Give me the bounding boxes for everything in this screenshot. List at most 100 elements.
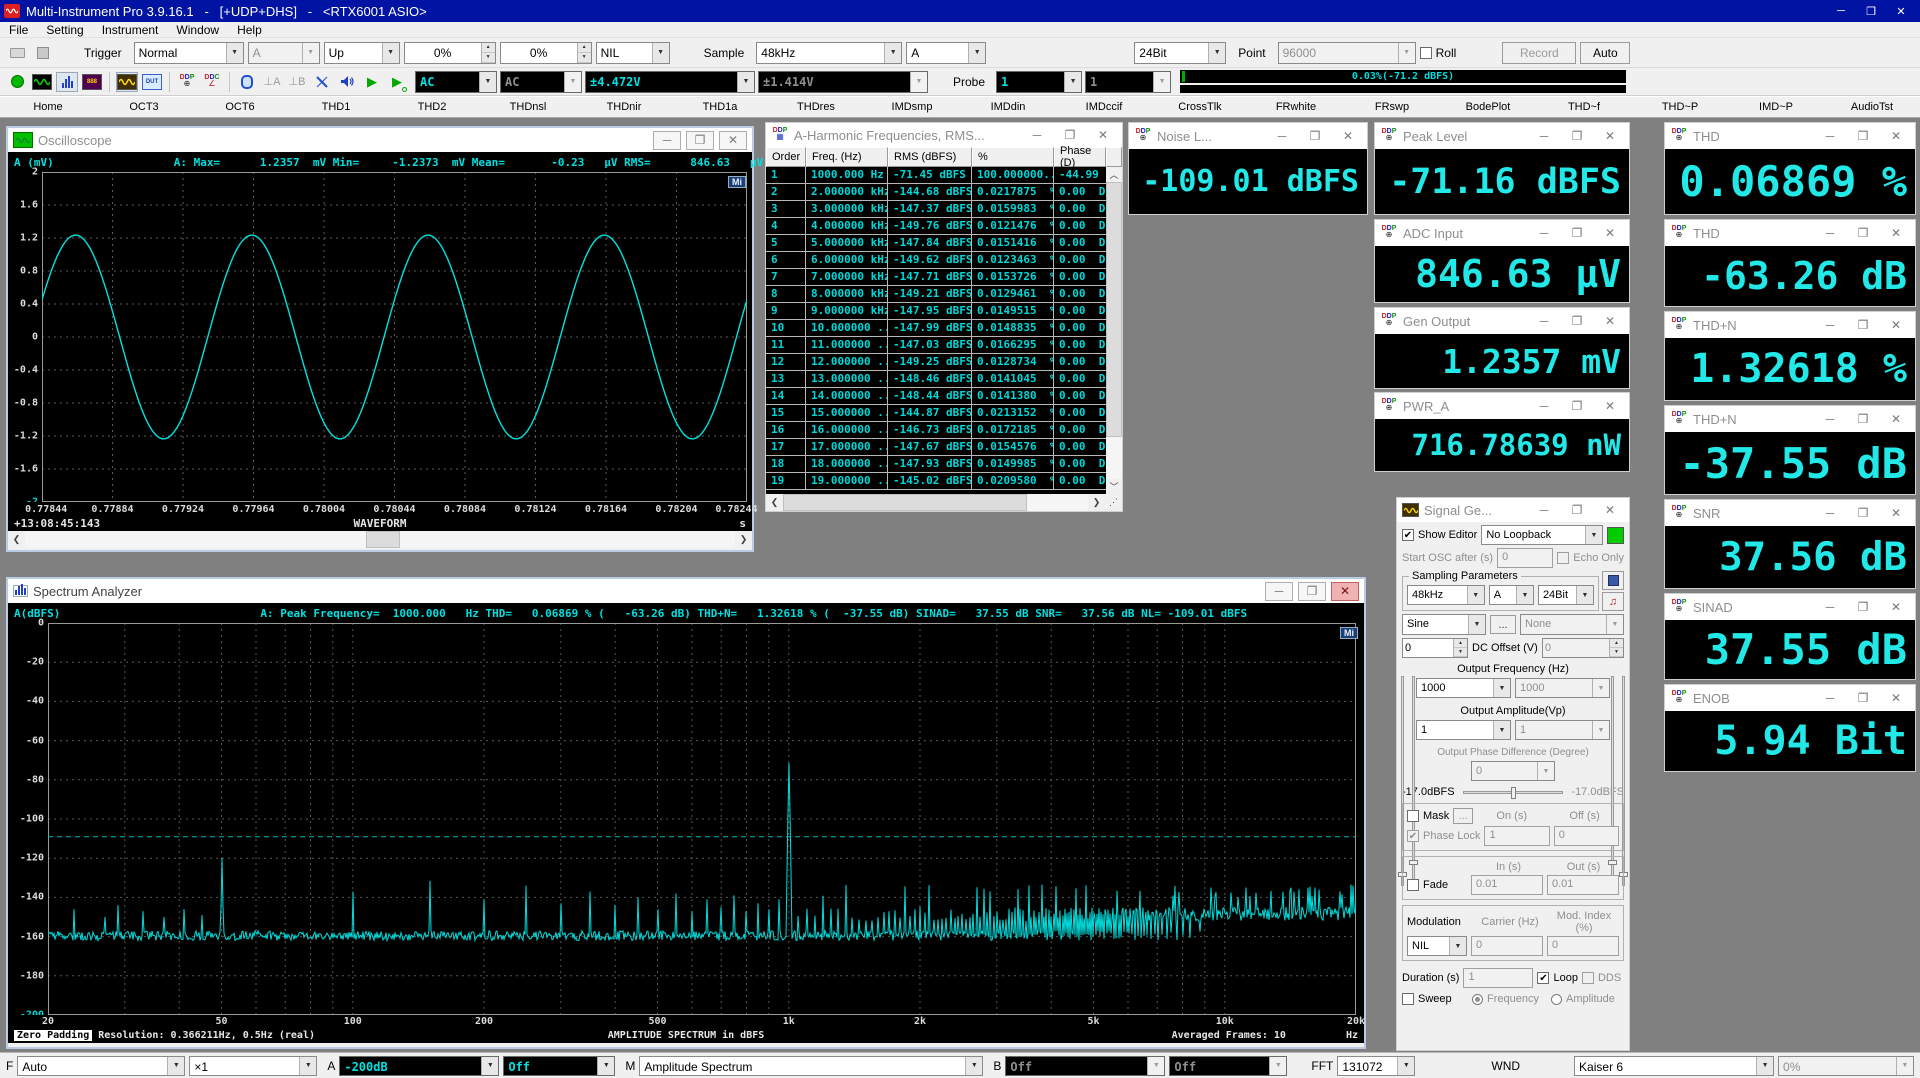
minimize-button[interactable]: ─ (1268, 127, 1296, 146)
harmonic-row[interactable]: 1818.000000 ...-147.93 dBFS0.0149985 %0.… (766, 456, 1106, 473)
tab-oct6[interactable]: OCT6 (192, 97, 288, 117)
harmonic-row[interactable]: 1212.000000 ...-149.25 dBFS0.0128734 %0.… (766, 354, 1106, 371)
play-icon[interactable]: ▶ (361, 72, 383, 92)
loopback-select[interactable]: No Loopback▼ (1481, 525, 1603, 545)
amp-a-select[interactable]: 1▼ (1416, 720, 1511, 740)
spectrum-minimize-button[interactable]: ─ (1265, 582, 1293, 601)
tab-audiotst[interactable]: AudioTst (1824, 97, 1920, 117)
menu-instrument[interactable]: Instrument (93, 23, 168, 37)
spectrum-analyzer-icon[interactable] (56, 72, 78, 92)
tab-thd~p[interactable]: THD~P (1632, 97, 1728, 117)
trigger-edge-select[interactable]: Up▼ (324, 42, 400, 64)
minimize-button[interactable]: ─ (1816, 316, 1844, 335)
maximize-button[interactable]: ❐ (1301, 127, 1329, 146)
harmonic-row[interactable]: 77.000000 kHz-147.71 dBFS0.0153726 %0.00… (766, 269, 1106, 286)
trigger-coupling-select[interactable]: NIL▼ (596, 42, 670, 64)
minimize-button[interactable]: ─ (1530, 224, 1558, 243)
harmonics-hscrollbar[interactable]: ❮ ❯ ⋰ (766, 494, 1122, 511)
a-monitor-select[interactable]: Off▼ (503, 1056, 615, 1076)
resize-grip[interactable]: ⋰ (1105, 494, 1122, 511)
minimize-button[interactable]: ─ (1530, 312, 1558, 331)
thd-db-titlebar[interactable]: DDP⊕THD─❐✕ (1665, 220, 1915, 246)
range-a-select[interactable]: ±4.472V▼ (585, 71, 755, 93)
maximize-button[interactable]: ❐ (1849, 410, 1877, 429)
spectrum-maximize-button[interactable]: ❐ (1298, 582, 1326, 601)
tab-imd~p[interactable]: IMD~P (1728, 97, 1824, 117)
minimize-button[interactable]: ─ (1816, 504, 1844, 523)
scroll-up-icon[interactable]: ︿ (1106, 167, 1122, 182)
close-button[interactable]: ✕ (1882, 504, 1910, 523)
noise-level-titlebar[interactable]: DDP⊕Noise L...─❐✕ (1129, 123, 1367, 149)
close-button[interactable]: ✕ (1882, 410, 1910, 429)
signal-generator-titlebar[interactable]: Signal Ge... ─ ❐ ✕ (1397, 498, 1629, 522)
minimize-button[interactable]: ─ (1826, 2, 1856, 20)
run-icon[interactable] (6, 72, 28, 92)
oscilloscope-minimize-button[interactable]: ─ (653, 131, 681, 150)
a-range-select[interactable]: -200dB▼ (339, 1056, 499, 1076)
tab-imddin[interactable]: IMDdin (960, 97, 1056, 117)
maximize-button[interactable]: ❐ (1563, 224, 1591, 243)
spectrum-close-button[interactable]: ✕ (1331, 582, 1359, 601)
close-button[interactable]: ✕ (1882, 127, 1910, 146)
minimize-button[interactable]: ─ (1530, 501, 1558, 520)
sweep-checkbox[interactable] (1402, 993, 1414, 1005)
oscilloscope-plot[interactable]: 21.61.20.80.40-0.4-0.8-1.2-1.6-2 Mi (8, 172, 752, 502)
harmonic-row[interactable]: 1313.000000 ...-148.46 dBFS0.0141045 %0.… (766, 371, 1106, 388)
amp-slider-a2-left[interactable] (1412, 676, 1415, 886)
tab-crosstlk[interactable]: CrossTlk (1152, 97, 1248, 117)
close-button[interactable]: ✕ (1882, 598, 1910, 617)
save-signal-icon[interactable] (1602, 571, 1624, 590)
freq-a-select[interactable]: 1000▼ (1416, 678, 1511, 698)
harmonic-row[interactable]: 1616.000000 ...-146.73 dBFS0.0172185 %0.… (766, 422, 1106, 439)
maximize-button[interactable]: ❐ (1563, 312, 1591, 331)
tab-thd~f[interactable]: THD~f (1536, 97, 1632, 117)
harmonic-row[interactable]: 22.000000 kHz-144.68 dBFS0.0217875 %0.00… (766, 184, 1106, 201)
oscilloscope-maximize-button[interactable]: ❐ (686, 131, 714, 150)
minimize-button[interactable]: ─ (1816, 224, 1844, 243)
device-icon[interactable] (236, 72, 258, 92)
harmonic-row[interactable]: 1010.000000 ...-147.99 dBFS0.0148835 %0.… (766, 320, 1106, 337)
gen-rate-select[interactable]: 48kHz▼ (1407, 585, 1485, 605)
save-file-icon[interactable] (32, 43, 54, 63)
close-button[interactable]: ✕ (1596, 397, 1624, 416)
tab-oct3[interactable]: OCT3 (96, 97, 192, 117)
tab-thd1a[interactable]: THD1a (672, 97, 768, 117)
thdn-db-titlebar[interactable]: DDP⊕THD+N─❐✕ (1665, 406, 1915, 432)
harmonic-row[interactable]: 1515.000000 ...-144.87 dBFS0.0213152 %0.… (766, 405, 1106, 422)
oscilloscope-hscrollbar[interactable]: ❮ ❯ (8, 531, 752, 548)
maximize-button[interactable]: ❐ (1563, 397, 1591, 416)
tab-home[interactable]: Home (0, 97, 96, 117)
pwr-a-titlebar[interactable]: DDP⊕PWR_A─❐✕ (1375, 393, 1629, 419)
speaker-icon[interactable] (336, 72, 358, 92)
modulation-select[interactable]: NIL▼ (1407, 936, 1467, 956)
close-button[interactable]: ✕ (1334, 127, 1362, 146)
sampling-rate-select[interactable]: 48kHz▼ (756, 42, 902, 64)
menu-help[interactable]: Help (228, 23, 271, 37)
roll-checkbox-box[interactable] (1420, 47, 1432, 59)
maximize-button[interactable]: ❐ (1849, 316, 1877, 335)
menu-window[interactable]: Window (167, 23, 228, 37)
scroll-right-icon[interactable]: ❯ (1088, 494, 1105, 511)
tab-thd2[interactable]: THD2 (384, 97, 480, 117)
harmonic-row[interactable]: 99.000000 kHz-147.95 dBFS0.0149515 %0.00… (766, 303, 1106, 320)
harmonic-row[interactable]: 11000.000 Hz-71.45 dBFS100.000000...-44.… (766, 167, 1106, 184)
scroll-down-icon[interactable]: ﹀ (1106, 479, 1122, 494)
thdn-pct-titlebar[interactable]: DDP⊕THD+N─❐✕ (1665, 312, 1915, 338)
maximize-button[interactable]: ❐ (1563, 127, 1591, 146)
col-rms[interactable]: RMS (dBFS) (888, 147, 972, 167)
balance-slider[interactable] (1463, 791, 1564, 794)
oscilloscope-icon[interactable] (31, 72, 53, 92)
signal-generator-icon[interactable] (116, 72, 138, 92)
sampling-channel-select[interactable]: A▼ (906, 42, 986, 64)
gen-channel-select[interactable]: A▼ (1489, 585, 1534, 605)
close-button[interactable]: ✕ (1596, 312, 1624, 331)
adc-input-titlebar[interactable]: DDP⊕ADC Input─❐✕ (1375, 220, 1629, 246)
play-loop-icon[interactable]: ▶ (386, 72, 408, 92)
minimize-button[interactable]: ─ (1530, 397, 1558, 416)
tab-thd1[interactable]: THD1 (288, 97, 384, 117)
mask-checkbox[interactable] (1407, 810, 1419, 822)
close-button[interactable]: ✕ (1882, 316, 1910, 335)
sinad-titlebar[interactable]: DDP⊕SINAD─❐✕ (1665, 594, 1915, 620)
tab-thdnsl[interactable]: THDnsl (480, 97, 576, 117)
gen-output-titlebar[interactable]: DDP⊕Gen Output─❐✕ (1375, 308, 1629, 334)
